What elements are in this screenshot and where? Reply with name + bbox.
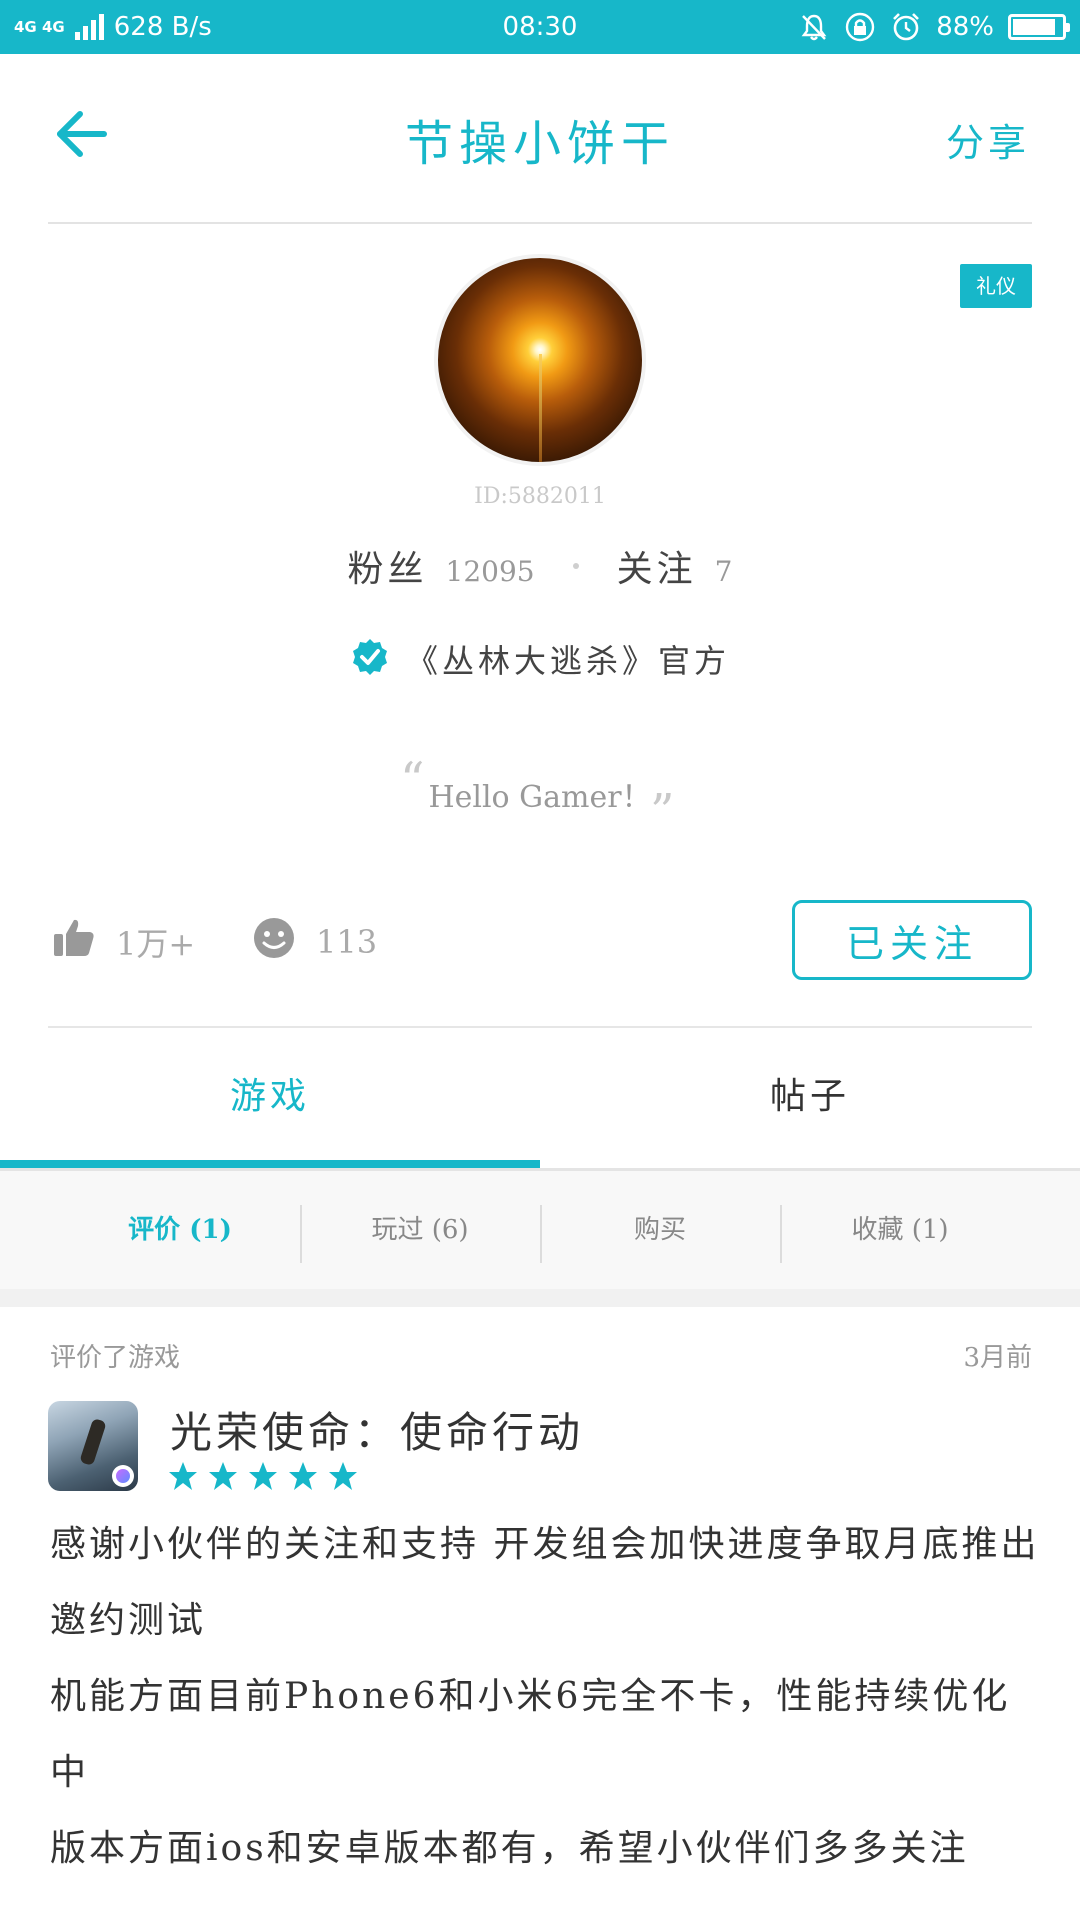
sub-tabs: 评价 (1) 玩过 (6) 购买 收藏 (1) (0, 1171, 1080, 1289)
etiquette-badge[interactable]: 礼仪 (960, 264, 1032, 308)
review-action: 评价了游戏 (50, 1343, 181, 1373)
header: 节操小饼干 分享 (0, 54, 1080, 222)
follow-button[interactable]: 已关注 (792, 900, 1032, 980)
subtab-played[interactable]: 玩过 (6) (300, 1171, 540, 1289)
share-button[interactable]: 分享 (946, 112, 1030, 167)
star-icon (249, 1462, 277, 1490)
review-body: 感谢小伙伴的关注和支持 开发组会加快进度争取月底推出邀约测试 机能方面目前Pho… (50, 1507, 1040, 1887)
subtab-favorites[interactable]: 收藏 (1) (780, 1171, 1020, 1289)
smile-count: 113 (316, 923, 378, 961)
official-text: 《丛林大逃杀》官方 (405, 642, 730, 680)
smiley-icon (252, 916, 296, 968)
battery-percent: 88% (936, 12, 994, 42)
fans-label[interactable]: 粉丝 (348, 540, 428, 592)
subtab-reviews-label: 评价 (128, 1215, 181, 1245)
section-gap (0, 1289, 1080, 1307)
subtab-purchased-label: 购买 (633, 1215, 686, 1245)
star-icon (209, 1462, 237, 1490)
follow-stats: 粉丝 12095 关注 7 (0, 540, 1080, 592)
header-divider (48, 222, 1032, 224)
tab-games[interactable]: 游戏 (0, 1040, 540, 1162)
signature-text: Hello Gamer！ (428, 780, 652, 815)
battery-icon (1008, 14, 1070, 40)
game-icon[interactable] (48, 1401, 138, 1491)
game-title[interactable]: 光荣使命：使命行动 (170, 1399, 584, 1460)
quote-close-icon: ” (650, 784, 675, 840)
review-time: 3月前 (963, 1343, 1032, 1373)
user-id: ID:5882011 (474, 484, 606, 509)
main-tabs: 游戏 帖子 (0, 1040, 1080, 1170)
stats-separator (572, 563, 579, 569)
subtab-favorites-label: 收藏 (851, 1215, 904, 1245)
star-icon (289, 1462, 317, 1490)
status-bar: 4G 4G 628 B/s 08:30 88% (0, 0, 1080, 54)
subtab-played-label: 玩过 (371, 1215, 424, 1245)
page-title: 节操小饼干 (404, 116, 675, 172)
actions-divider (48, 1026, 1032, 1028)
following-count[interactable]: 7 (715, 555, 733, 588)
subtab-played-count: (6) (431, 1215, 469, 1245)
subtab-purchased[interactable]: 购买 (540, 1171, 780, 1289)
rotation-lock-icon (844, 11, 876, 43)
alarm-icon (890, 11, 922, 43)
official-certification: 《丛林大逃杀》官方 (0, 636, 1080, 682)
tab-indicator (0, 1160, 540, 1168)
bell-muted-icon (798, 11, 830, 43)
thumbs-up-icon (52, 916, 96, 968)
review-line: 版本方面ios和安卓版本都有，希望小伙伴们多多关注 (50, 1828, 969, 1869)
verified-check-icon (350, 637, 390, 681)
like-counter[interactable]: 1万+ (52, 916, 195, 968)
star-icon (329, 1462, 357, 1490)
review-line: 感谢小伙伴的关注和支持 开发组会加快进度争取月底推出邀约测试 (50, 1524, 1040, 1641)
review-line: 机能方面目前Phone6和小米6完全不卡，性能持续优化中 (50, 1676, 1011, 1793)
star-icon (169, 1462, 197, 1490)
fans-count[interactable]: 12095 (446, 555, 535, 588)
signature-quote: “ Hello Gamer！ ” (0, 752, 1080, 840)
following-label[interactable]: 关注 (617, 540, 697, 592)
subtab-favorites-count: (1) (911, 1215, 949, 1245)
smile-counter[interactable]: 113 (252, 916, 377, 968)
avatar[interactable] (434, 254, 646, 466)
subtab-reviews[interactable]: 评价 (1) (60, 1171, 300, 1289)
status-right: 88% (798, 0, 1070, 54)
subtab-reviews-count: (1) (189, 1215, 232, 1245)
tab-posts[interactable]: 帖子 (540, 1040, 1080, 1162)
profile-actions: 1万+ 113 已关注 (0, 900, 1080, 982)
rating-stars (168, 1461, 358, 1491)
like-count: 1万+ (116, 925, 196, 963)
